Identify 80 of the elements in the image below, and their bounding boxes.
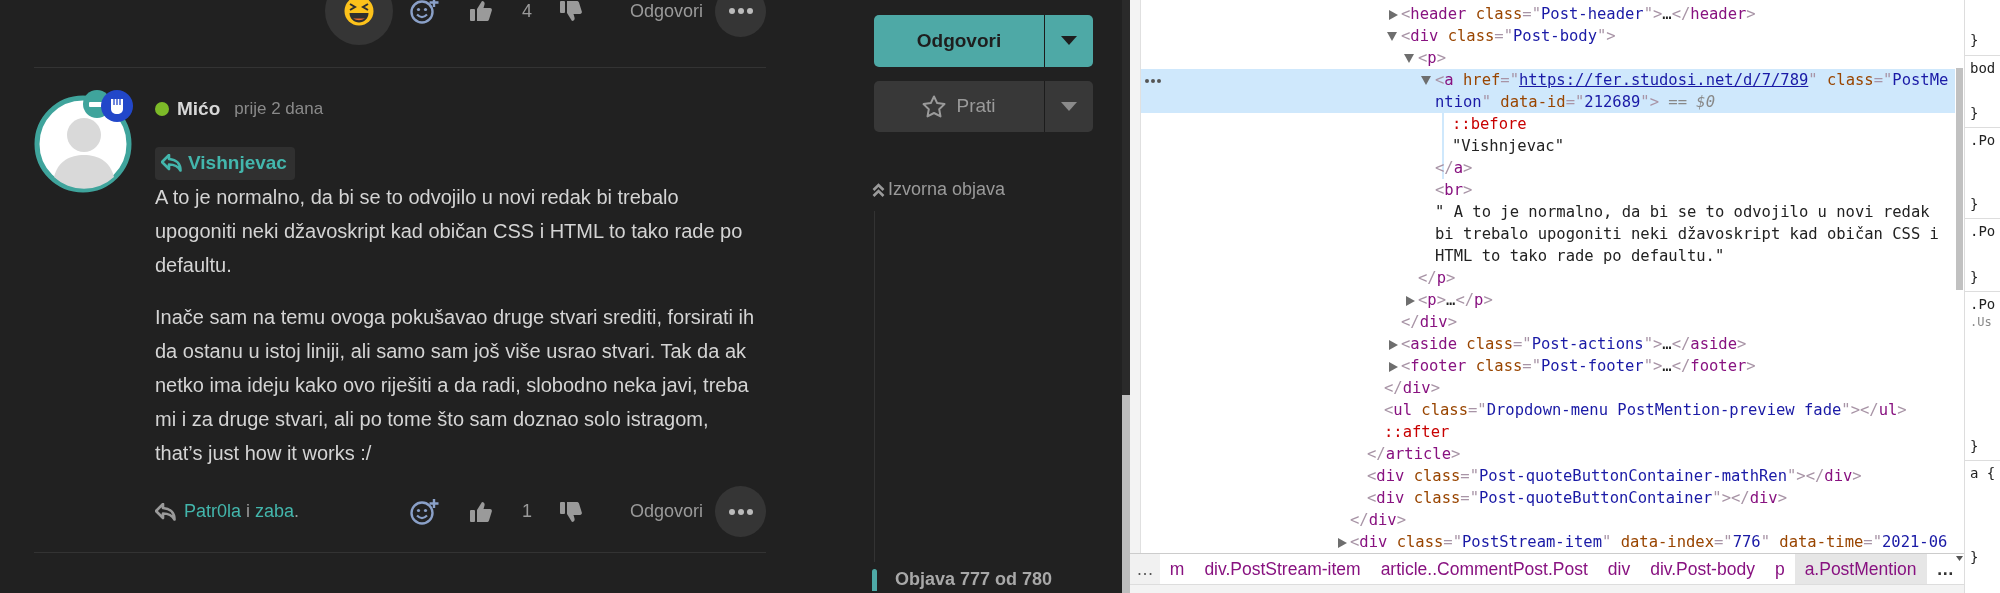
original-post-link[interactable]: Izvorna objava [872,176,1093,204]
disclosure-triangle-icon[interactable] [1389,361,1398,372]
scrubber-handle[interactable] [872,568,877,591]
code-line[interactable]: <div class="Post-quoteButtonContainer-mathRen"></div> [1141,465,1955,487]
laughing-emoji-icon [343,0,374,26]
code-line[interactable]: <header class="Post-header">…</header> [1141,3,1955,25]
like-count: 1 [521,500,532,523]
code-line[interactable]: <div class="Post-body"> [1141,25,1955,47]
double-chevron-up-icon [872,181,885,198]
fist-icon [101,90,133,122]
code-line[interactable]: <aside class="Post-actions">…</aside> [1141,333,1955,355]
follow-button[interactable]: Prati [874,80,1044,133]
dropdown-button[interactable] [1044,15,1093,67]
more-icon [728,508,753,515]
user-link[interactable]: Patr0la [184,501,242,521]
add-reaction-icon[interactable] [408,497,439,526]
breadcrumb[interactable]: a.PostMention [1794,554,1927,584]
css-brace: } [1970,104,1980,123]
code-line[interactable]: </p> [1141,267,1955,289]
css-brace: } [1970,31,1980,50]
more-icon[interactable] [1145,79,1161,83]
more-button[interactable] [715,486,766,537]
post-paragraph: A to je normalno, da bi se to odvojilo u novi redak bi trebalo upogoniti neki džavoskript kad običan CSS i HTML to tako rade po defaultu. [155,184,744,278]
post-paragraph: Inače sam na temu ovoga pokušavao druge stvari srediti, forsirati ih da ostanu u istoj liniji, ali samo sam još više usrao stvari. Tak da ak netko ima ideju kako ovo riješiti a da radi, slobodno neka javi, treba mi i za druge stvari, ali po tome što sam doznao solo istragom, that’s just how it works :/ [155,304,756,466]
css-selector: a { [1970,464,1997,483]
code-line[interactable]: <br> [1141,179,1955,201]
author-name[interactable]: Mićo [177,94,221,124]
post-position-label: Objava 777 od 780 [895,568,1053,591]
code-line[interactable]: </a> [1141,157,1955,179]
disclosure-triangle-icon[interactable] [1421,76,1431,85]
css-brace: } [1970,268,1980,287]
css-selector: .Us [1970,315,1993,329]
reply-button[interactable]: Odgovori [874,15,1044,67]
thumbs-down-icon[interactable] [559,0,582,22]
disclosure-triangle-icon[interactable] [1389,339,1398,350]
disclosure-triangle-icon[interactable] [1387,32,1397,41]
scrollbar-thumb[interactable] [1122,395,1130,593]
code-line[interactable]: <footer class="Post-footer">…</footer> [1141,355,1955,377]
code-line[interactable]: <p>…</p> [1141,289,1955,311]
code-line[interactable]: ::after [1141,421,1955,443]
css-selector: .Po [1970,131,1997,150]
disclosure-triangle-icon[interactable] [1406,295,1415,306]
css-selector: .Po [1970,295,1997,314]
code-line[interactable]: <ul class="Dropdown-menu PostMention-preview fade"></ul> [1141,399,1955,421]
user-link[interactable]: zaba [255,501,295,521]
css-brace: } [1970,195,1980,214]
css-brace: } [1970,437,1980,456]
post-time[interactable]: prije 2 dana [234,96,324,122]
code-line[interactable]: </article> [1141,443,1955,465]
code-line[interactable]: ::before [1141,113,1955,135]
code-line[interactable]: </div> [1141,377,1955,399]
add-reaction-icon[interactable] [408,0,439,25]
disclosure-triangle-icon[interactable] [1389,9,1398,20]
reply-link[interactable]: Odgovori [629,2,703,20]
mention-link[interactable]: Vishnjevac [155,147,295,180]
scroll-left-button[interactable]: … [1130,554,1160,584]
like-count: 4 [521,2,532,20]
star-icon [922,94,947,118]
code-line[interactable]: <div class="Post-quoteButtonContainer"></div> [1141,487,1955,509]
reply-arrow-icon [161,154,182,173]
code-line[interactable]: </div> [1141,509,1955,531]
liked-by-text: Patr0la i zaba. [184,500,300,523]
more-icon [728,8,753,14]
reply-arrow-icon [155,502,176,521]
thumbs-up-icon[interactable] [469,0,492,22]
code-line[interactable]: </div> [1141,311,1955,333]
dropdown-button[interactable] [1044,80,1093,133]
css-selector: .Po [1970,222,1997,241]
code-line[interactable]: " A to je normalno, da bi se to odvojilo u novi redak bi trebalo upogoniti neki džavoskript kad običan CSS i HTML to tako rade po defaultu." [1141,201,1955,267]
thumbs-down-icon[interactable] [559,500,582,523]
caret-icon [1061,101,1077,111]
css-brace: } [1970,548,1980,567]
reply-link[interactable]: Odgovori [629,498,703,525]
css-selector: bod [1970,59,1997,78]
scrollbar-thumb[interactable] [1956,68,1963,290]
scroll-down-arrow-icon[interactable] [1956,556,1963,561]
thumbs-up-icon[interactable] [469,500,492,523]
more-button[interactable] [715,0,766,37]
caret-icon [1061,36,1077,46]
code-line[interactable]: "Vishnjevac" [1141,135,1955,157]
